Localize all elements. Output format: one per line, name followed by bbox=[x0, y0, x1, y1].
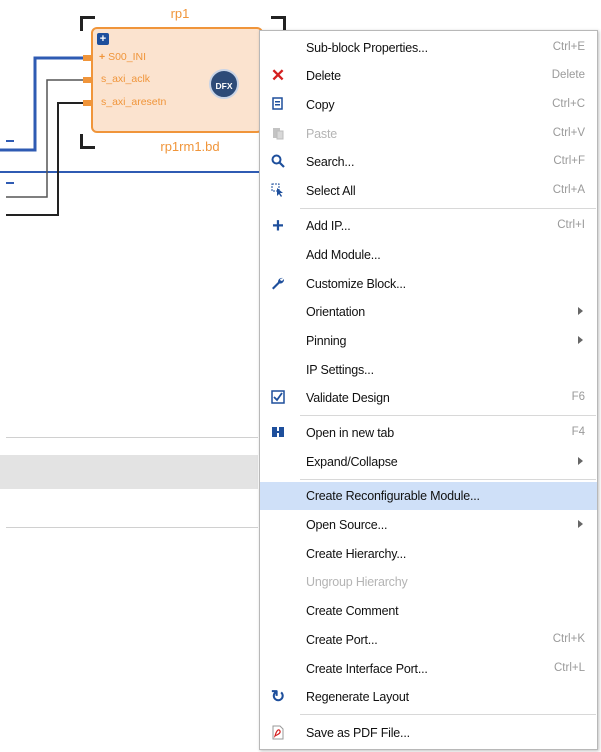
submenu-arrow-icon bbox=[578, 457, 583, 465]
paste-icon bbox=[270, 126, 286, 142]
menu-item-validate-design[interactable]: Validate Design F6 bbox=[260, 384, 597, 412]
menu-item-ungroup-hierarchy[interactable]: Ungroup Hierarchy bbox=[260, 568, 597, 596]
port-s00-ini[interactable]: + S00_INI bbox=[99, 51, 146, 63]
selection-corner bbox=[271, 16, 286, 31]
menu-item-create-comment[interactable]: Create Comment bbox=[260, 597, 597, 625]
wrench-icon bbox=[270, 276, 286, 292]
port-s-axi-aclk[interactable]: s_axi_aclk bbox=[101, 73, 150, 85]
select-all-icon bbox=[270, 183, 286, 199]
port-label: S00_INI bbox=[108, 51, 147, 63]
menu-separator bbox=[300, 714, 596, 715]
menu-item-customize-block[interactable]: Customize Block... bbox=[260, 270, 597, 298]
menu-item-paste[interactable]: Paste Ctrl+V bbox=[260, 120, 597, 148]
wire-aresetn bbox=[6, 102, 92, 216]
menu-item-create-hierarchy[interactable]: Create Hierarchy... bbox=[260, 540, 597, 568]
menu-item-pinning[interactable]: Pinning bbox=[260, 327, 597, 355]
submenu-arrow-icon bbox=[578, 336, 583, 344]
menu-item-regenerate-layout[interactable]: ↻ Regenerate Layout bbox=[260, 683, 597, 711]
open-tab-icon bbox=[270, 425, 286, 441]
interface-plus-icon[interactable]: + bbox=[99, 51, 105, 63]
menu-separator bbox=[300, 479, 596, 480]
menu-item-add-ip[interactable]: + Add IP... Ctrl+I bbox=[260, 212, 597, 240]
add-icon: + bbox=[272, 215, 284, 237]
menu-separator bbox=[300, 415, 596, 416]
menu-item-open-source[interactable]: Open Source... bbox=[260, 511, 597, 539]
menu-item-ip-settings[interactable]: IP Settings... bbox=[260, 356, 597, 384]
copy-icon bbox=[270, 97, 286, 113]
menu-item-add-module[interactable]: Add Module... bbox=[260, 241, 597, 269]
rp1-block[interactable]: + + S00_INI s_axi_aclk s_axi_aresetn DFX bbox=[91, 27, 263, 133]
menu-item-orientation[interactable]: Orientation bbox=[260, 298, 597, 326]
validate-icon bbox=[270, 390, 286, 406]
port-label: s_axi_aclk bbox=[101, 73, 151, 85]
menu-item-create-port[interactable]: Create Port... Ctrl+K bbox=[260, 626, 597, 654]
expand-plus-icon[interactable]: + bbox=[97, 33, 109, 45]
submenu-arrow-icon bbox=[578, 307, 583, 315]
delete-x-icon: ✕ bbox=[270, 66, 286, 85]
menu-item-sub-block-properties[interactable]: Sub-block Properties... Ctrl+E bbox=[260, 34, 597, 62]
menu-item-open-in-new-tab[interactable]: Open in new tab F4 bbox=[260, 419, 597, 447]
menu-separator bbox=[300, 208, 596, 209]
menu-item-delete[interactable]: ✕ Delete Delete bbox=[260, 62, 597, 90]
menu-item-select-all[interactable]: Select All Ctrl+A bbox=[260, 177, 597, 205]
context-menu: Sub-block Properties... Ctrl+E ✕ Delete … bbox=[259, 30, 598, 750]
block-source-file: rp1rm1.bd bbox=[160, 139, 220, 154]
menu-item-create-interface-port[interactable]: Create Interface Port... Ctrl+L bbox=[260, 655, 597, 683]
menu-item-expand-collapse[interactable]: Expand/Collapse bbox=[260, 448, 597, 476]
menu-item-save-as-pdf[interactable]: Save as PDF File... bbox=[260, 719, 597, 747]
block-instance-name: rp1 bbox=[170, 6, 190, 21]
port-s-axi-aresetn[interactable]: s_axi_aresetn bbox=[101, 96, 166, 108]
port-label: s_axi_aresetn bbox=[101, 96, 167, 108]
pdf-icon bbox=[270, 725, 286, 741]
menu-item-search[interactable]: Search... Ctrl+F bbox=[260, 148, 597, 176]
search-icon bbox=[270, 154, 286, 170]
selection-corner bbox=[80, 134, 95, 149]
menu-item-copy[interactable]: Copy Ctrl+C bbox=[260, 91, 597, 119]
submenu-arrow-icon bbox=[578, 520, 583, 528]
dfx-badge-icon: DFX bbox=[209, 69, 239, 99]
menu-item-create-reconfigurable-module[interactable]: Create Reconfigurable Module... bbox=[260, 482, 597, 510]
regenerate-icon: ↻ bbox=[270, 687, 286, 706]
